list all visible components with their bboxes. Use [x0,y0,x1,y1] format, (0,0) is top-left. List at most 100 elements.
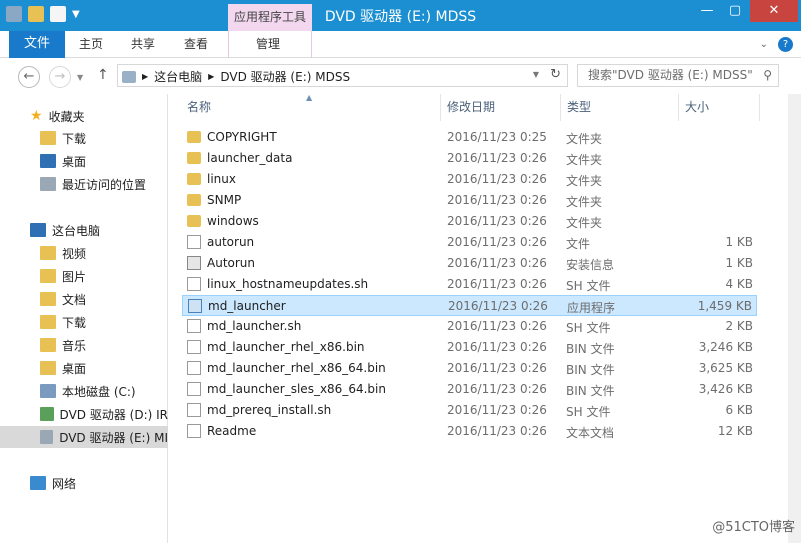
file-date: 2016/11/23 0:25 [447,130,547,144]
application-icon [188,299,202,313]
file-size: 3,625 KB [698,361,753,375]
up-arrow-icon[interactable]: ↑ [97,67,109,83]
nav-network[interactable]: 网络 [0,472,168,494]
nav-this-pc-label: 这台电脑 [52,223,101,238]
dvd-drive-icon [40,430,54,444]
search-icon[interactable]: ⚲ [763,65,772,86]
nav-item-videos[interactable]: 视频 [0,242,168,264]
file-row[interactable]: Readme 2016/11/23 0:26 文本文档 12 KB [182,421,757,442]
file-row[interactable]: md_launcher.sh 2016/11/23 0:26 SH 文件 2 KB [182,316,757,337]
close-button[interactable]: ✕ [750,0,798,22]
tab-home[interactable]: 主页 [79,31,103,58]
tab-share[interactable]: 共享 [131,31,155,58]
nav-item-recent[interactable]: 最近访问的位置 [0,173,168,195]
breadcrumb-dvd-drive[interactable]: DVD 驱动器 (E:) MDSS [220,68,350,85]
file-name: md_launcher_rhel_x86.bin [207,340,365,354]
ribbon-tabs: 文件 主页 共享 查看 管理 ⌄ ? [0,31,801,58]
nav-item-desktop[interactable]: 桌面 [0,150,168,172]
star-icon: ★ [30,108,43,124]
folder-icon [187,173,201,185]
forward-button[interactable]: → [49,66,71,88]
search-input[interactable]: 搜索"DVD 驱动器 (E:) MDSS" ⚲ [577,64,779,87]
file-row[interactable]: SNMP 2016/11/23 0:26 文件夹 [182,190,757,211]
nav-item-downloads[interactable]: 下载 [0,127,168,149]
nav-item-desktop-pc[interactable]: 桌面 [0,357,168,379]
file-row[interactable]: launcher_data 2016/11/23 0:26 文件夹 [182,148,757,169]
nav-item-dvd-e[interactable]: DVD 驱动器 (E:) MI [0,426,168,448]
minimize-button[interactable]: — [694,0,720,22]
nav-item-label: 下载 [62,131,87,146]
file-type: BIN 文件 [566,342,615,356]
back-button[interactable]: ← [18,66,40,88]
computer-icon [30,223,46,237]
title-bar: ▼ 应用程序工具 DVD 驱动器 (E:) MDSS — ▢ ✕ [0,0,801,31]
file-type: 文件 [566,237,591,251]
file-type: 应用程序 [567,301,616,315]
file-row[interactable]: md_launcher_sles_x86_64.bin 2016/11/23 0:… [182,379,757,400]
file-row[interactable]: md_prereq_install.sh 2016/11/23 0:26 SH 文件… [182,400,757,421]
file-date: 2016/11/23 0:26 [447,361,547,375]
refresh-icon[interactable]: ↻ [550,67,561,82]
column-header-size[interactable]: 大小 [679,94,760,121]
breadcrumb-separator-icon: ▶ [208,72,215,81]
nav-item-label: 音乐 [62,338,87,353]
recent-locations-icon[interactable]: ▼ [77,73,83,82]
column-header-date[interactable]: 修改日期 [441,94,561,121]
nav-item-local-disk-c[interactable]: 本地磁盘 (C:) [0,380,168,402]
nav-item-pictures[interactable]: 图片 [0,265,168,287]
file-name: md_prereq_install.sh [207,403,332,417]
downloads-folder-icon [40,315,56,329]
maximize-button[interactable]: ▢ [722,0,748,22]
nav-item-label: DVD 驱动器 (E:) MI [59,430,168,445]
desktop-icon [40,154,56,168]
nav-favorites[interactable]: ★ 收藏夹 [0,105,168,127]
file-row[interactable]: linux_hostnameupdates.sh 2016/11/23 0:26 S… [182,274,757,295]
file-size: 2 KB [725,319,753,333]
file-date: 2016/11/23 0:26 [447,319,547,333]
file-size: 1,459 KB [697,299,752,313]
file-row[interactable]: md_launcher_rhel_x86_64.bin 2016/11/23 0:… [182,358,757,379]
column-header-row: ▲ 名称 修改日期 类型 大小 [168,93,788,121]
setup-info-icon [187,256,201,270]
breadcrumb-this-pc[interactable]: 这台电脑 [154,68,202,85]
file-row[interactable]: Autorun 2016/11/23 0:26 安装信息 1 KB [182,253,757,274]
expand-ribbon-icon[interactable]: ⌄ [760,39,768,50]
nav-this-pc[interactable]: 这台电脑 [0,219,168,241]
file-name: md_launcher_rhel_x86_64.bin [207,361,386,375]
documents-folder-icon [40,292,56,306]
nav-item-documents[interactable]: 文档 [0,288,168,310]
tab-view[interactable]: 查看 [184,31,208,58]
file-row[interactable]: md_launcher 2016/11/23 0:26 应用程序 1,459 KB [182,295,757,316]
file-name: md_launcher.sh [207,319,302,333]
help-icon[interactable]: ? [778,37,793,52]
file-row[interactable]: autorun 2016/11/23 0:26 文件 1 KB [182,232,757,253]
vertical-scrollbar[interactable] [788,94,801,543]
file-date: 2016/11/23 0:26 [447,235,547,249]
tab-file[interactable]: 文件 [9,31,65,58]
desktop-folder-icon [40,361,56,375]
file-row[interactable]: COPYRIGHT 2016/11/23 0:25 文件夹 [182,127,757,148]
file-type: 文件夹 [566,174,603,188]
file-row[interactable]: md_launcher_rhel_x86.bin 2016/11/23 0:26 B… [182,337,757,358]
address-bar[interactable]: ▶ 这台电脑 ▶ DVD 驱动器 (E:) MDSS ▼ ↻ [117,64,568,87]
recent-places-icon [40,177,56,191]
file-icon [187,340,201,354]
search-placeholder: 搜索"DVD 驱动器 (E:) MDSS" [588,68,753,82]
file-row[interactable]: windows 2016/11/23 0:26 文件夹 [182,211,757,232]
column-header-name[interactable]: 名称 [181,94,441,121]
file-icon [187,403,201,417]
nav-item-dvd-d[interactable]: DVD 驱动器 (D:) IR [0,403,168,425]
file-date: 2016/11/23 0:26 [447,256,547,270]
address-dropdown-icon[interactable]: ▼ [533,70,539,79]
file-name: md_launcher_sles_x86_64.bin [207,382,386,396]
file-icon [187,319,201,333]
nav-item-downloads-pc[interactable]: 下载 [0,311,168,333]
file-type: 文件夹 [566,132,603,146]
column-header-type[interactable]: 类型 [561,94,679,121]
nav-item-music[interactable]: 音乐 [0,334,168,356]
file-icon [187,277,201,291]
file-name: Readme [207,424,257,438]
file-type: 安装信息 [566,258,615,272]
file-date: 2016/11/23 0:26 [447,424,547,438]
file-row[interactable]: linux 2016/11/23 0:26 文件夹 [182,169,757,190]
